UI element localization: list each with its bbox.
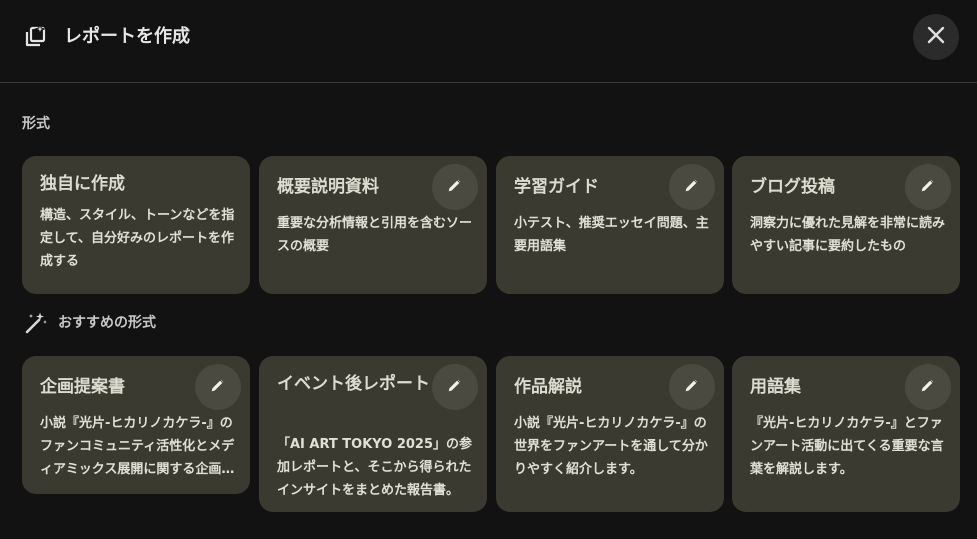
recommended-card-proposal[interactable]: 企画提案書 小説『光片-ヒカリノカケラ-』のファンコミュニティ活性化とメディアミ… xyxy=(22,356,250,494)
recommended-card-event-report[interactable]: イベント後レポート 「AI ART TOKYO 2025」の参加レポートと、そこ… xyxy=(259,356,487,512)
pencil-icon xyxy=(445,175,465,199)
create-report-dialog: レポートを作成 形式 独自に作成 構造、スタイル、トーンなどを指定して、自分好み… xyxy=(0,0,977,539)
card-description: 洞察力に優れた見解を非常に読みやすい記事に要約したもの xyxy=(750,216,946,254)
pencil-icon xyxy=(682,175,702,199)
close-icon xyxy=(927,26,945,48)
card-description: 小説『光片-ヒカリノカケラ-』の世界をファンアートを通して分かりやすく紹介します… xyxy=(514,416,708,477)
edit-button[interactable] xyxy=(905,364,951,410)
card-title: 学習ガイド xyxy=(514,177,599,197)
edit-button[interactable] xyxy=(195,364,241,410)
edit-button[interactable] xyxy=(905,164,951,210)
edit-button[interactable] xyxy=(669,364,715,410)
recommended-section-label: おすすめの形式 xyxy=(58,315,156,331)
magic-wand-icon xyxy=(24,311,48,335)
card-title: イベント後レポート xyxy=(277,374,430,394)
format-card-study-guide[interactable]: 学習ガイド 小テスト、推奨エッセイ問題、主要用語集 xyxy=(496,156,724,294)
format-card-briefing[interactable]: 概要説明資料 重要な分析情報と引用を含むソースの概要 xyxy=(259,156,487,294)
card-description: 構造、スタイル、トーンなどを指定して、自分好みのレポートを作成する xyxy=(40,208,235,269)
pencil-icon xyxy=(682,375,702,399)
card-title: 独自に作成 xyxy=(40,174,125,194)
card-title: 概要説明資料 xyxy=(277,177,379,197)
card-title: 作品解説 xyxy=(514,377,582,397)
card-title: ブログ投稿 xyxy=(750,177,835,197)
edit-button[interactable] xyxy=(669,164,715,210)
edit-button[interactable] xyxy=(432,164,478,210)
card-title: 企画提案書 xyxy=(40,377,125,397)
format-card-custom[interactable]: 独自に作成 構造、スタイル、トーンなどを指定して、自分好みのレポートを作成する xyxy=(22,156,250,294)
recommended-card-glossary[interactable]: 用語集 『光片-ヒカリノカケラ-』とファンアート活動に出てくる重要な言葉を解説し… xyxy=(732,356,960,512)
format-card-blog-post[interactable]: ブログ投稿 洞察力に優れた見解を非常に読みやすい記事に要約したもの xyxy=(732,156,960,294)
pencil-icon xyxy=(918,175,938,199)
format-section-label: 形式 xyxy=(22,116,50,132)
pencil-icon xyxy=(208,375,228,399)
close-button[interactable] xyxy=(913,14,959,60)
card-description: 「AI ART TOKYO 2025」の参加レポートと、そこから得られたインサイ… xyxy=(277,437,473,498)
card-description: 重要な分析情報と引用を含むソースの概要 xyxy=(277,216,473,254)
report-sparkle-icon xyxy=(22,22,48,50)
recommended-card-work-commentary[interactable]: 作品解説 小説『光片-ヒカリノカケラ-』の世界をファンアートを通して分かりやすく… xyxy=(496,356,724,512)
pencil-icon xyxy=(918,375,938,399)
card-description: 小説『光片-ヒカリノカケラ-』のファンコミュニティ活性化とメディアミックス展開に… xyxy=(40,416,235,477)
pencil-icon xyxy=(445,375,465,399)
edit-button[interactable] xyxy=(432,364,478,410)
dialog-header: レポートを作成 xyxy=(0,0,977,83)
dialog-title: レポートを作成 xyxy=(64,26,190,47)
card-description: 『光片-ヒカリノカケラ-』とファンアート活動に出てくる重要な言葉を解説します。 xyxy=(750,416,944,477)
card-title: 用語集 xyxy=(750,377,801,397)
card-description: 小テスト、推奨エッセイ問題、主要用語集 xyxy=(514,216,709,254)
